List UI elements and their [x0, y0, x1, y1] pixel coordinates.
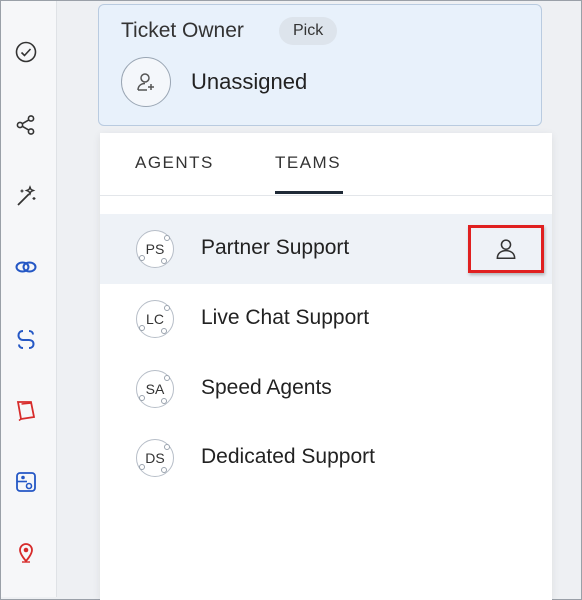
team-row-live-chat-support[interactable]: LC Live Chat Support	[100, 284, 552, 354]
tab-agents[interactable]: AGENTS	[135, 153, 214, 173]
toggle-panel-icon[interactable]	[13, 469, 39, 495]
pick-button[interactable]: Pick	[279, 17, 338, 45]
add-user-icon	[137, 73, 154, 91]
location-pin-icon[interactable]	[13, 539, 39, 565]
book-icon[interactable]	[13, 397, 39, 423]
team-avatar: SA	[136, 370, 174, 408]
ticket-owner-card: Ticket Owner Pick Unassigned	[98, 4, 542, 126]
team-name: Speed Agents	[201, 376, 332, 399]
active-tab-indicator	[275, 191, 343, 194]
picker-tabs: AGENTS TEAMS	[100, 133, 552, 196]
team-avatar: LC	[136, 300, 174, 338]
team-row-partner-support[interactable]: PS Partner Support	[100, 214, 552, 284]
owner-picker-panel: AGENTS TEAMS PS Partner Support LC Live …	[100, 133, 552, 600]
team-name: Live Chat Support	[201, 306, 370, 329]
team-initials: SA	[145, 381, 165, 397]
assign-team-button[interactable]	[468, 225, 544, 273]
team-initials: DS	[145, 450, 165, 466]
check-circle-icon[interactable]	[13, 39, 39, 65]
team-row-speed-agents[interactable]: SA Speed Agents	[100, 354, 552, 424]
team-name: Dedicated Support	[201, 445, 375, 468]
sidebar-rail	[1, 1, 57, 597]
magic-wand-icon[interactable]	[13, 183, 39, 209]
add-owner-avatar[interactable]	[121, 57, 171, 107]
ticket-owner-title: Ticket Owner	[121, 19, 244, 42]
link-icon[interactable]	[13, 254, 39, 280]
team-avatar: DS	[136, 439, 174, 477]
team-name: Partner Support	[201, 236, 350, 259]
team-row-dedicated-support[interactable]: DS Dedicated Support	[100, 423, 552, 493]
share-icon[interactable]	[13, 112, 39, 138]
owner-assignee-label: Unassigned	[191, 69, 308, 94]
tab-teams[interactable]: TEAMS	[275, 153, 341, 173]
team-initials: PS	[145, 241, 165, 257]
user-icon	[496, 239, 516, 259]
team-initials: LC	[146, 311, 164, 327]
team-avatar: PS	[136, 230, 174, 268]
zoho-desk-icon[interactable]	[13, 326, 39, 352]
